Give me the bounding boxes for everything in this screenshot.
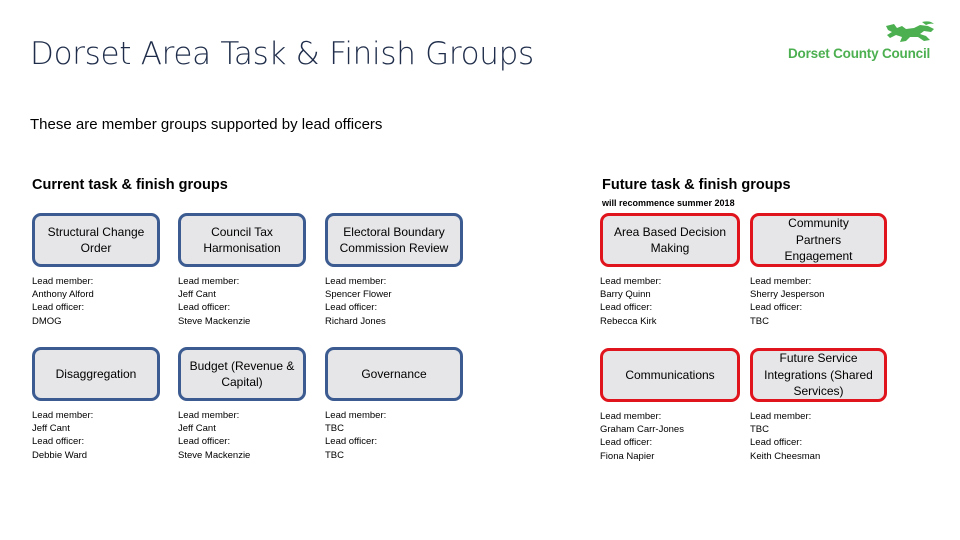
page-title: Dorset Area Task & Finish Groups: [30, 36, 534, 72]
group-title-box[interactable]: Structural Change Order: [32, 213, 160, 267]
lead-member-value: TBC: [325, 423, 344, 435]
group-electoral-boundary-commission-review: Electoral Boundary Commission Review Lea…: [325, 213, 465, 328]
lead-officer-value: DMOG: [32, 315, 62, 327]
group-details: Lead member: TBC Lead officer: Keith Che…: [750, 410, 890, 463]
lead-member-value: Sherry Jesperson: [750, 289, 825, 301]
lead-officer-value: Fiona Napier: [600, 450, 655, 462]
group-title-box[interactable]: Council Tax Harmonisation: [178, 213, 306, 267]
group-details: Lead member: Barry Quinn Lead officer: R…: [600, 275, 740, 328]
lead-member-value: Jeff Cant: [178, 423, 216, 435]
group-communications: Communications Lead member: Graham Carr-…: [600, 348, 740, 463]
logo-text: Dorset County Council: [788, 46, 931, 61]
current-groups-heading: Current task & finish groups: [32, 177, 228, 193]
lead-member-value: Graham Carr-Jones: [600, 424, 684, 436]
group-details: Lead member: Jeff Cant Lead officer: Ste…: [178, 409, 318, 462]
lead-member-value: TBC: [750, 424, 769, 436]
lead-member-value: Anthony Alford: [32, 289, 94, 301]
lead-officer-value: Steve Mackenzie: [178, 315, 251, 327]
group-title-box[interactable]: Future Service Integrations (Shared Serv…: [750, 348, 887, 402]
group-future-service-integrations: Future Service Integrations (Shared Serv…: [750, 348, 890, 463]
heraldic-lion-icon: [886, 21, 934, 42]
group-area-based-decision-making: Area Based Decision Making Lead member: …: [600, 213, 740, 328]
lead-officer-value: TBC: [750, 315, 769, 327]
group-title-box[interactable]: Communications: [600, 348, 740, 402]
group-details: Lead member: Jeff Cant Lead officer: Deb…: [32, 409, 172, 462]
lead-member-value: Jeff Cant: [32, 423, 70, 435]
lead-member-value: Jeff Cant: [178, 289, 216, 301]
group-governance: Governance Lead member: TBC Lead officer…: [325, 347, 465, 462]
group-council-tax-harmonisation: Council Tax Harmonisation Lead member: J…: [178, 213, 318, 328]
group-details: Lead member: Spencer Flower Lead officer…: [325, 275, 465, 328]
lead-member-value: Barry Quinn: [600, 289, 651, 301]
group-details: Lead member: Sherry Jesperson Lead offic…: [750, 275, 890, 328]
group-title-box[interactable]: Disaggregation: [32, 347, 160, 401]
group-structural-change-order: Structural Change Order Lead member: Ant…: [32, 213, 172, 328]
lead-officer-value: TBC: [325, 449, 344, 461]
group-details: Lead member: TBC Lead officer: TBC: [325, 409, 465, 462]
lead-officer-value: Richard Jones: [325, 315, 386, 327]
lead-officer-value: Keith Cheesman: [750, 450, 821, 462]
subtitle: These are member groups supported by lea…: [30, 116, 383, 133]
council-logo: Dorset County Council: [788, 20, 940, 66]
future-groups-heading: Future task & finish groups: [602, 177, 791, 193]
group-title-box[interactable]: Area Based Decision Making: [600, 213, 740, 267]
group-community-partners-engagement: Community Partners Engagement Lead membe…: [750, 213, 890, 328]
lead-officer-value: Debbie Ward: [32, 449, 88, 461]
group-details: Lead member: Graham Carr-Jones Lead offi…: [600, 410, 740, 463]
group-disaggregation: Disaggregation Lead member: Jeff Cant Le…: [32, 347, 172, 462]
group-title-box[interactable]: Electoral Boundary Commission Review: [325, 213, 463, 267]
lead-officer-value: Rebecca Kirk: [600, 315, 657, 327]
group-title-box[interactable]: Budget (Revenue & Capital): [178, 347, 306, 401]
group-details: Lead member: Anthony Alford Lead officer…: [32, 275, 172, 328]
lead-member-value: Spencer Flower: [325, 289, 392, 301]
group-details: Lead member: Jeff Cant Lead officer: Ste…: [178, 275, 318, 328]
group-budget: Budget (Revenue & Capital) Lead member: …: [178, 347, 318, 462]
future-groups-note: will recommence summer 2018: [602, 198, 735, 208]
group-title-box[interactable]: Governance: [325, 347, 463, 401]
lead-officer-value: Steve Mackenzie: [178, 449, 251, 461]
group-title-box[interactable]: Community Partners Engagement: [750, 213, 887, 267]
